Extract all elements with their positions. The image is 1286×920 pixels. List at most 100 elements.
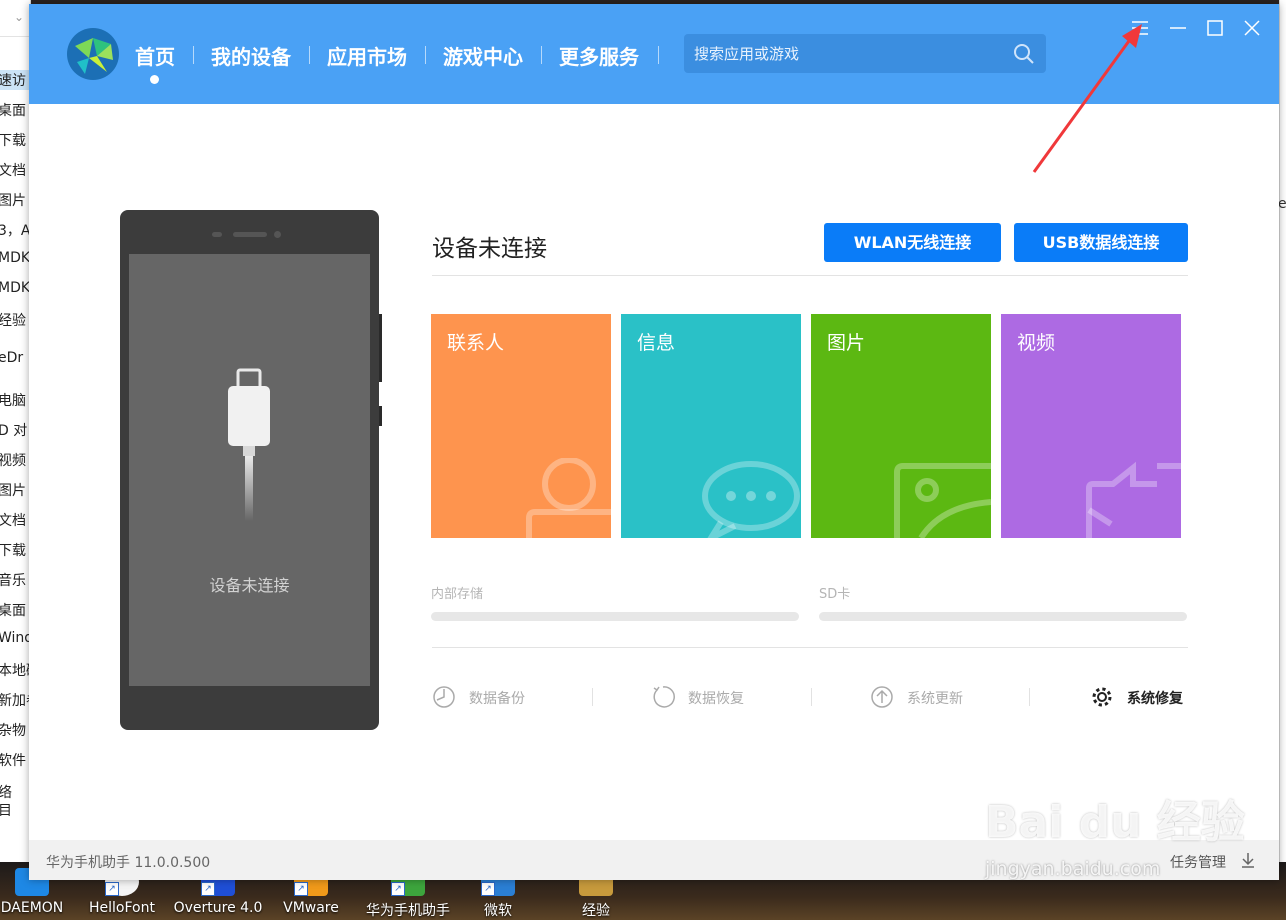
nav-more-services[interactable]: 更多服务 bbox=[559, 41, 639, 70]
explorer-sidebar-item[interactable]: 目 bbox=[0, 800, 12, 820]
tool-label: 数据备份 bbox=[469, 691, 525, 707]
shortcut-arrow-icon: ↗ bbox=[391, 882, 405, 896]
background-window-text: e bbox=[1278, 196, 1286, 212]
tile-videos[interactable]: 视频 bbox=[1001, 314, 1181, 538]
taskbar-item-label: 华为手机助手 bbox=[366, 903, 450, 919]
explorer-sidebar-item[interactable]: 文档 bbox=[0, 510, 26, 530]
explorer-sidebar-item[interactable]: 视频 bbox=[0, 450, 26, 470]
phone-side-button bbox=[379, 406, 382, 426]
tile-label: 图片 bbox=[827, 332, 866, 354]
data-backup-button[interactable]: 数据备份 bbox=[432, 685, 542, 709]
explorer-toolbar: ⌄ bbox=[0, 0, 30, 37]
nav-game-center[interactable]: 游戏中心 bbox=[443, 41, 523, 70]
nav-active-indicator bbox=[150, 75, 159, 84]
explorer-sidebar-item[interactable]: 电脑 bbox=[0, 390, 26, 410]
explorer-sidebar-item[interactable]: 音乐 bbox=[0, 570, 26, 590]
usb-plug-icon bbox=[228, 368, 270, 521]
phone-illustration: 设备未连接 bbox=[120, 210, 382, 730]
system-update-button[interactable]: 系统更新 bbox=[870, 685, 980, 709]
search-box[interactable] bbox=[684, 34, 1046, 73]
backup-icon bbox=[433, 686, 455, 708]
nav-app-market[interactable]: 应用市场 bbox=[327, 41, 407, 70]
shortcut-arrow-icon: ↗ bbox=[105, 882, 119, 896]
message-icon bbox=[702, 461, 800, 538]
tool-label: 系统修复 bbox=[1127, 691, 1183, 707]
nav-home[interactable]: 首页 bbox=[135, 41, 175, 70]
shortcut-arrow-icon: ↗ bbox=[201, 882, 215, 896]
tile-pictures[interactable]: 图片 bbox=[811, 314, 991, 538]
explorer-sidebar-item[interactable]: 3，A bbox=[0, 220, 30, 240]
data-restore-button[interactable]: 数据恢复 bbox=[651, 685, 761, 709]
hisuite-logo-icon bbox=[67, 28, 119, 80]
wlan-connect-button[interactable]: WLAN无线连接 bbox=[824, 223, 1001, 262]
explorer-window: ⌄ 速访 桌面 下载 文档 图片 3，A MDK MDK 经验 eDr 电脑 D 对视频 图片 文档 下载音… bbox=[0, 0, 31, 862]
explorer-sidebar-item[interactable]: 速访 bbox=[0, 70, 30, 90]
taskbar-item-label: 经验 bbox=[582, 903, 610, 919]
explorer-sidebar-item[interactable]: 下载 bbox=[0, 130, 26, 150]
phone-connection-status: 设备未连接 bbox=[209, 576, 290, 595]
explorer-sidebar-item[interactable]: Wind bbox=[0, 630, 30, 646]
tool-separator bbox=[811, 688, 812, 706]
tile-label: 联系人 bbox=[447, 332, 505, 354]
explorer-sidebar-item[interactable]: 图片 bbox=[0, 190, 26, 210]
taskbar-item-label: DAEMON bbox=[0, 900, 64, 916]
restore-icon bbox=[653, 686, 675, 708]
nav-separator bbox=[541, 46, 542, 64]
explorer-sidebar-item[interactable]: MDK bbox=[0, 250, 30, 266]
shortcut-arrow-icon: ↗ bbox=[294, 882, 308, 896]
explorer-sidebar-item[interactable]: MDK bbox=[0, 280, 30, 296]
explorer-sidebar-item[interactable]: 下载 bbox=[0, 540, 26, 560]
watermark-text: Bai du 经验 bbox=[985, 797, 1245, 848]
phone-screen: 设备未连接 bbox=[129, 254, 370, 686]
divider bbox=[432, 275, 1188, 276]
explorer-sidebar-item[interactable]: 新加卷 bbox=[0, 690, 30, 710]
explorer-sidebar-item[interactable]: 文档 bbox=[0, 160, 26, 180]
maximize-icon[interactable] bbox=[1203, 16, 1227, 40]
nav-separator bbox=[309, 46, 310, 64]
device-status-title: 设备未连接 bbox=[432, 236, 547, 262]
nav-separator bbox=[425, 46, 426, 64]
divider bbox=[432, 647, 1188, 648]
background-window-edge: e bbox=[1278, 0, 1286, 862]
explorer-sidebar-item[interactable]: 络 bbox=[0, 782, 12, 802]
contact-icon bbox=[526, 458, 611, 538]
tile-label: 信息 bbox=[637, 332, 676, 354]
repair-icon bbox=[1092, 687, 1112, 707]
usb-connect-button[interactable]: USB数据线连接 bbox=[1014, 223, 1188, 262]
minimize-icon[interactable] bbox=[1166, 16, 1190, 40]
tool-separator bbox=[1029, 688, 1030, 706]
explorer-sidebar-item[interactable]: 本地磁 bbox=[0, 660, 30, 680]
shortcut-arrow-icon: ↗ bbox=[481, 882, 495, 896]
close-icon[interactable] bbox=[1240, 16, 1264, 40]
explorer-sidebar-item[interactable]: D 对 bbox=[0, 420, 27, 440]
tile-messages[interactable]: 信息 bbox=[621, 314, 801, 538]
watermark-url: jingyan.baidu.com bbox=[985, 858, 1161, 880]
internal-storage-bar bbox=[431, 612, 799, 621]
explorer-sidebar-item[interactable]: eDr bbox=[0, 350, 23, 366]
system-repair-button[interactable]: 系统修复 bbox=[1090, 685, 1190, 709]
explorer-sidebar-item[interactable]: 图片 bbox=[0, 480, 26, 500]
explorer-sidebar-item[interactable]: 桌面 bbox=[0, 600, 26, 620]
sd-card-label: SD卡 bbox=[819, 587, 851, 602]
explorer-sidebar-item[interactable]: 桌面 bbox=[0, 100, 26, 120]
tool-label: 数据恢复 bbox=[688, 691, 744, 707]
version-label: 华为手机助手 11.0.0.500 bbox=[46, 855, 211, 871]
explorer-sidebar-item[interactable]: 经验 bbox=[0, 310, 26, 330]
tile-contacts[interactable]: 联系人 bbox=[431, 314, 611, 538]
picture-icon bbox=[894, 463, 991, 538]
update-icon bbox=[871, 686, 893, 708]
taskbar-item-label: 微软 bbox=[484, 903, 512, 919]
tile-label: 视频 bbox=[1017, 332, 1056, 354]
explorer-sidebar-item[interactable]: 软件 ( bbox=[0, 750, 30, 770]
sd-card-bar bbox=[819, 612, 1187, 621]
taskbar-item-label: Overture 4.0 bbox=[173, 900, 263, 916]
search-input[interactable] bbox=[694, 34, 994, 73]
explorer-sidebar-item[interactable]: 杂物 ( bbox=[0, 720, 30, 740]
download-icon[interactable] bbox=[1239, 851, 1257, 869]
taskbar-item-label: HelloFont bbox=[89, 900, 155, 916]
nav-my-device[interactable]: 我的设备 bbox=[211, 41, 291, 70]
nav-separator bbox=[658, 46, 659, 64]
video-icon bbox=[1086, 461, 1181, 538]
tool-label: 系统更新 bbox=[907, 691, 963, 707]
chevron-down-icon[interactable]: ⌄ bbox=[14, 10, 24, 24]
